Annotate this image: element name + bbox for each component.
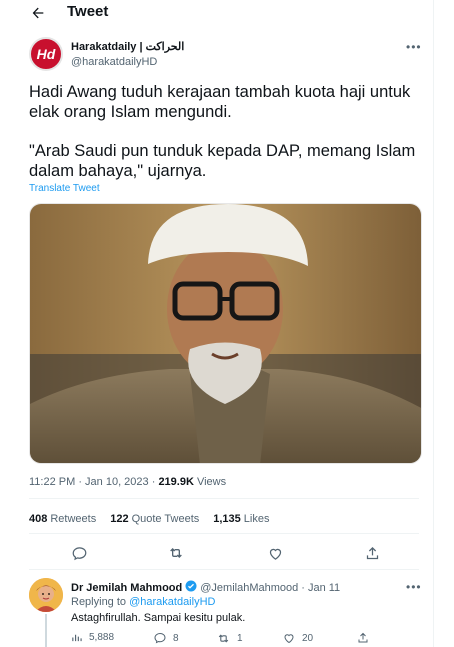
replying-prefix: Replying to [71,596,130,608]
quote-tweets-label: Quote Tweets [131,513,200,525]
like-icon [284,634,294,644]
view-label: Views [193,476,227,488]
reply-views-count: 5,888 [89,632,115,643]
views-icon [72,634,82,642]
reply-icon[interactable] [71,545,87,561]
reply-retweets-count: 1 [237,633,243,644]
tweet-photo-image [30,204,421,463]
reply-likes-count: 20 [302,632,314,644]
top-bar: Tweet [0,0,434,28]
reply-likes[interactable]: 20 [283,632,313,644]
reply-author-handle[interactable]: @JemilahMahmood [200,582,298,594]
retweet-icon[interactable] [168,545,184,561]
view-count: 219.9K [158,476,194,488]
author-avatar[interactable]: Hd [29,37,63,71]
verified-badge-icon [185,580,197,595]
divider [29,498,419,499]
replying-to: Replying to @harakatdailyHD [71,596,215,608]
reply-more-options-icon[interactable]: ••• [406,580,422,594]
reply-share-icon[interactable] [357,632,369,644]
divider [29,569,419,570]
reply-text: Astaghfirullah. Sampai kesitu pulak. [71,612,246,624]
reply-retweets[interactable]: 1 [217,632,243,645]
retweets-label: Retweets [50,513,97,525]
quote-tweets-count: 122 [110,513,129,525]
retweets-count: 408 [29,513,48,525]
reply-author-name[interactable]: Dr Jemilah Mahmood [71,582,182,594]
likes-stat[interactable]: 1,135 Likes [213,513,269,525]
reply-date[interactable]: · Jan 11 [301,582,340,594]
page-title: Tweet [67,3,109,20]
retweets-stat[interactable]: 408 Retweets [29,513,96,525]
retweet-icon [218,634,229,643]
tweet-text-paragraph-2: "Arab Saudi pun tunduk kepada DAP, meman… [29,142,416,180]
share-icon[interactable] [364,545,380,561]
author-handle[interactable]: @harakatdailyHD [71,56,157,68]
more-options-icon[interactable]: ••• [406,40,422,54]
likes-count: 1,135 [213,513,241,525]
reply-replies[interactable]: 8 [154,632,179,644]
translate-tweet-link[interactable]: Translate Tweet [29,183,100,194]
back-arrow-icon[interactable] [28,3,48,23]
tweet-actions [29,541,419,565]
like-icon[interactable] [267,545,283,561]
tweet-text: Hadi Awang tuduh kerajaan tambah kuota h… [29,82,419,181]
quote-tweets-stat[interactable]: 122 Quote Tweets [110,513,199,525]
tweet-text-paragraph-1: Hadi Awang tuduh kerajaan tambah kuota h… [29,83,411,121]
tweet-timestamp: 11:22 PM · Jan 10, 2023 · 219.9K Views [29,476,226,488]
replying-to-link[interactable]: @harakatdailyHD [129,596,215,608]
reply-replies-count: 8 [173,632,179,644]
reply-author-avatar[interactable] [29,578,63,612]
thread-line [45,614,47,647]
tweet-detail-frame: Tweet Hd Harakatdaily | الحراكت @harakat… [0,0,434,647]
likes-label: Likes [243,513,270,525]
divider [29,533,419,534]
tweet-time[interactable]: 11:22 PM · Jan 10, 2023 · [29,476,158,488]
reply-views[interactable]: 5,888 [71,632,114,643]
engagement-stats: 408 Retweets 122 Quote Tweets 1,135 Likes [29,513,269,525]
tweet-photo[interactable] [29,203,422,464]
reply-actions: 5,888 8 1 20 [71,632,411,646]
author-name[interactable]: Harakatdaily | الحراكت [71,40,184,53]
reply-icon [154,632,166,644]
reply-header: Dr Jemilah Mahmood @JemilahMahmood · Jan… [71,580,340,595]
